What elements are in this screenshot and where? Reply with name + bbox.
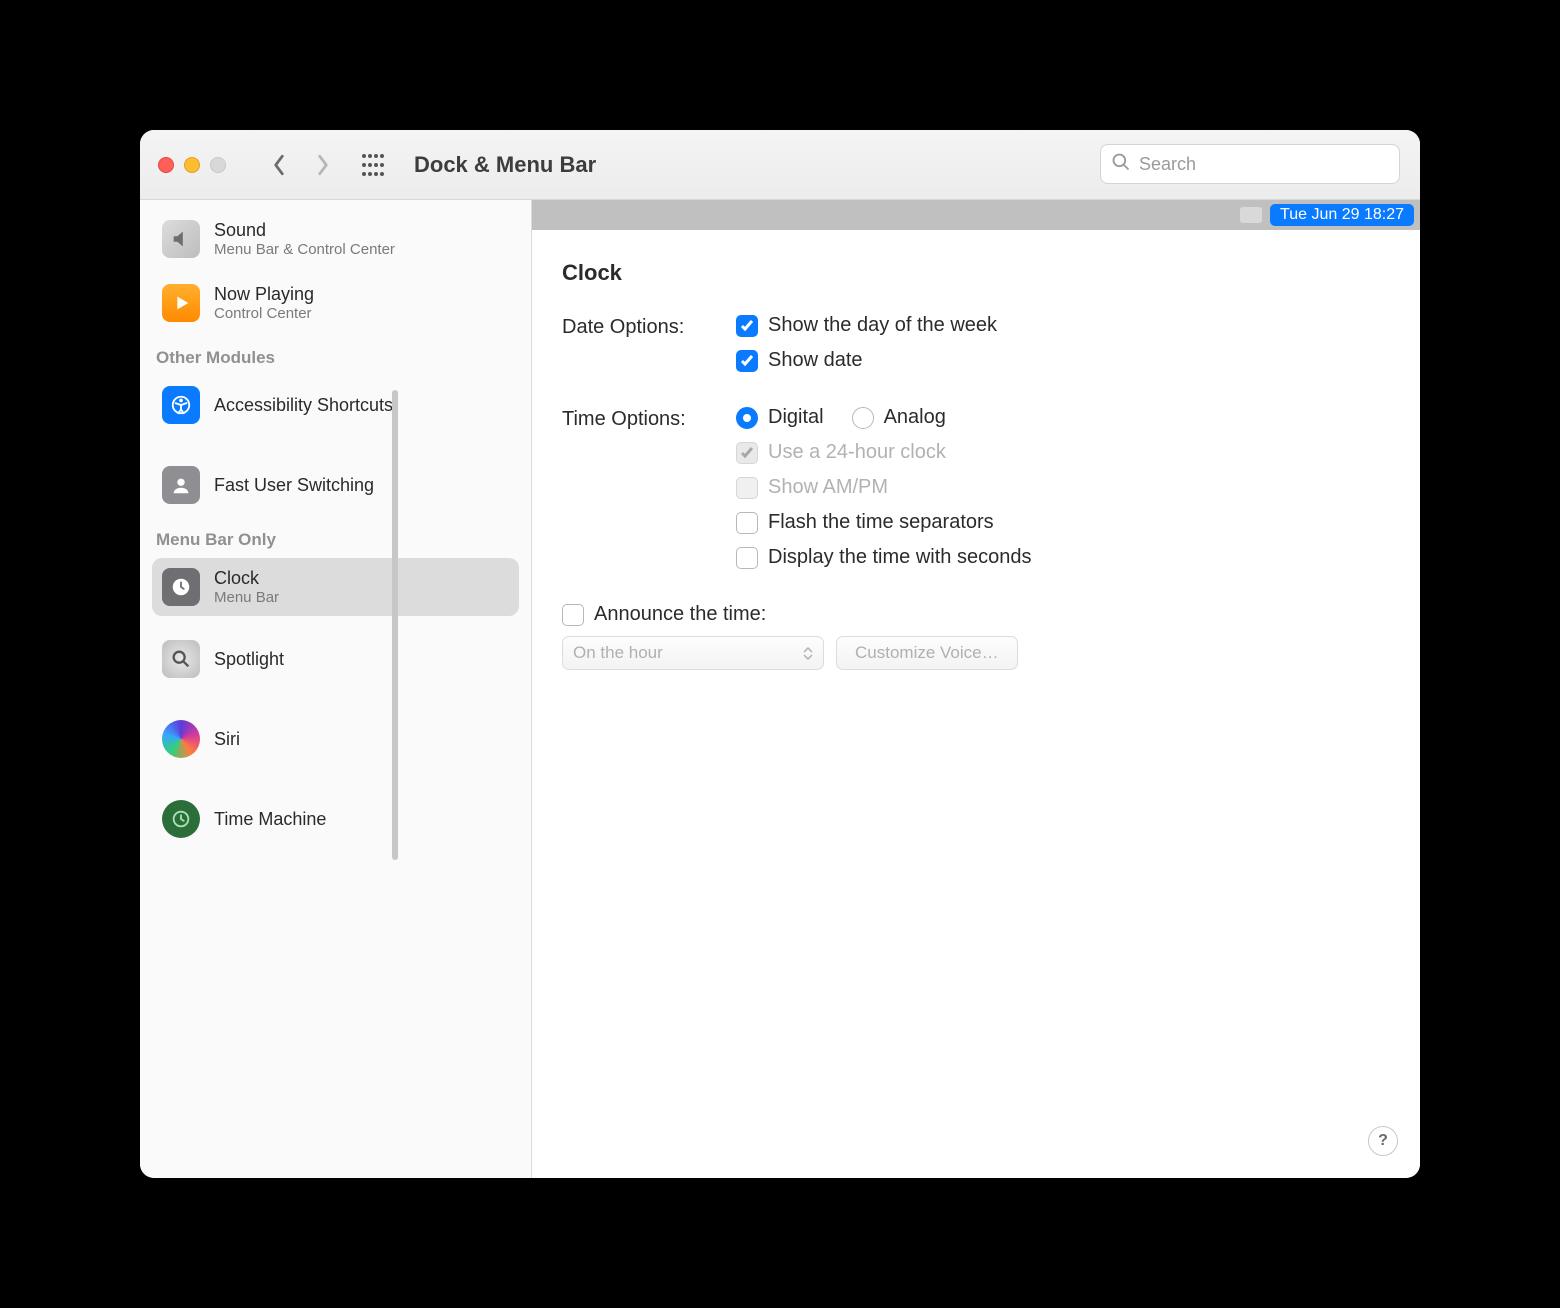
sidebar-item-sound[interactable]: Sound Menu Bar & Control Center [152, 210, 519, 268]
sidebar-section-other: Other Modules [152, 332, 519, 376]
sidebar-label: Fast User Switching [214, 475, 374, 496]
close-button[interactable] [158, 157, 174, 173]
radio-label: Digital [768, 406, 824, 429]
now-playing-icon [162, 284, 200, 322]
sidebar-item-fast-user-switching[interactable]: Fast User Switching [152, 456, 519, 514]
display-seconds-checkbox[interactable]: Display the time with seconds [736, 546, 1031, 569]
checkbox-icon [562, 604, 584, 626]
search-icon [1111, 152, 1131, 177]
show-all-icon[interactable] [356, 148, 390, 182]
show-day-of-week-checkbox[interactable]: Show the day of the week [736, 314, 997, 337]
time-machine-icon [162, 800, 200, 838]
checkbox-label: Flash the time separators [768, 511, 994, 534]
fast-user-switching-icon [162, 466, 200, 504]
sidebar-label: Sound [214, 220, 395, 241]
sidebar-label: Time Machine [214, 809, 326, 830]
show-date-checkbox[interactable]: Show date [736, 349, 997, 372]
window-title: Dock & Menu Bar [414, 152, 596, 178]
stepper-arrows-icon [803, 646, 813, 661]
sidebar-item-accessibility[interactable]: Accessibility Shortcuts [152, 376, 519, 434]
help-button[interactable]: ? [1368, 1126, 1398, 1156]
search-field[interactable] [1100, 144, 1400, 184]
checkbox-icon [736, 315, 758, 337]
customize-voice-button: Customize Voice… [836, 636, 1018, 670]
announce-interval-select: On the hour [562, 636, 824, 670]
checkbox-label: Use a 24-hour clock [768, 441, 946, 464]
checkbox-icon [736, 547, 758, 569]
sidebar-label: Spotlight [214, 649, 284, 670]
flash-separators-checkbox[interactable]: Flash the time separators [736, 511, 1031, 534]
search-input[interactable] [1139, 154, 1389, 175]
sidebar-sub: Menu Bar & Control Center [214, 241, 395, 258]
checkbox-label: Announce the time: [594, 603, 766, 626]
analog-radio[interactable]: Analog [852, 406, 946, 429]
announce-time-checkbox[interactable]: Announce the time: [562, 603, 1382, 626]
help-glyph: ? [1378, 1132, 1388, 1150]
spotlight-icon [162, 640, 200, 678]
sidebar[interactable]: Sound Menu Bar & Control Center Now Play… [140, 200, 532, 1178]
show-ampm-checkbox: Show AM/PM [736, 476, 1031, 499]
clock-settings-pane: Clock Date Options: Show the day of the … [532, 230, 1420, 700]
sound-icon [162, 220, 200, 258]
checkbox-label: Show the day of the week [768, 314, 997, 337]
control-center-icon [1240, 207, 1262, 223]
sidebar-label: Accessibility Shortcuts [214, 395, 393, 416]
checkbox-icon [736, 442, 758, 464]
sidebar-label: Siri [214, 729, 240, 750]
zoom-button-disabled [210, 157, 226, 173]
window-controls [158, 157, 226, 173]
sidebar-label: Clock [214, 568, 279, 589]
checkbox-label: Display the time with seconds [768, 546, 1031, 569]
minimize-button[interactable] [184, 157, 200, 173]
sidebar-section-menubar: Menu Bar Only [152, 514, 519, 558]
digital-radio[interactable]: Digital [736, 406, 824, 429]
siri-icon [162, 720, 200, 758]
sidebar-label: Now Playing [214, 284, 314, 305]
scrollbar[interactable] [392, 390, 398, 860]
checkbox-icon [736, 512, 758, 534]
date-options-label: Date Options: [562, 314, 736, 339]
menubar-preview: Tue Jun 29 18:27 [532, 200, 1420, 230]
menubar-clock-preview: Tue Jun 29 18:27 [1270, 204, 1414, 226]
radio-icon [852, 407, 874, 429]
radio-icon [736, 407, 758, 429]
checkbox-label: Show date [768, 349, 863, 372]
accessibility-icon [162, 386, 200, 424]
sidebar-item-siri[interactable]: Siri [152, 710, 519, 768]
clock-icon [162, 568, 200, 606]
sidebar-item-time-machine[interactable]: Time Machine [152, 790, 519, 848]
preferences-window: Dock & Menu Bar Sound Menu Bar & Control… [140, 130, 1420, 1178]
sidebar-sub: Menu Bar [214, 589, 279, 606]
titlebar: Dock & Menu Bar [140, 130, 1420, 200]
checkbox-icon [736, 477, 758, 499]
select-value: On the hour [573, 643, 663, 663]
time-options-label: Time Options: [562, 406, 736, 431]
sidebar-item-now-playing[interactable]: Now Playing Control Center [152, 274, 519, 332]
button-label: Customize Voice… [855, 643, 999, 663]
sidebar-sub: Control Center [214, 305, 314, 322]
content-pane: Tue Jun 29 18:27 Clock Date Options: Sho… [532, 200, 1420, 1178]
sidebar-item-spotlight[interactable]: Spotlight [152, 630, 519, 688]
forward-button [306, 148, 340, 182]
checkbox-icon [736, 350, 758, 372]
checkbox-label: Show AM/PM [768, 476, 888, 499]
radio-label: Analog [884, 406, 946, 429]
sidebar-item-clock[interactable]: Clock Menu Bar [152, 558, 519, 616]
use-24-hour-checkbox: Use a 24-hour clock [736, 441, 1031, 464]
back-button[interactable] [262, 148, 296, 182]
window-body: Sound Menu Bar & Control Center Now Play… [140, 200, 1420, 1178]
pane-heading: Clock [562, 260, 1382, 286]
